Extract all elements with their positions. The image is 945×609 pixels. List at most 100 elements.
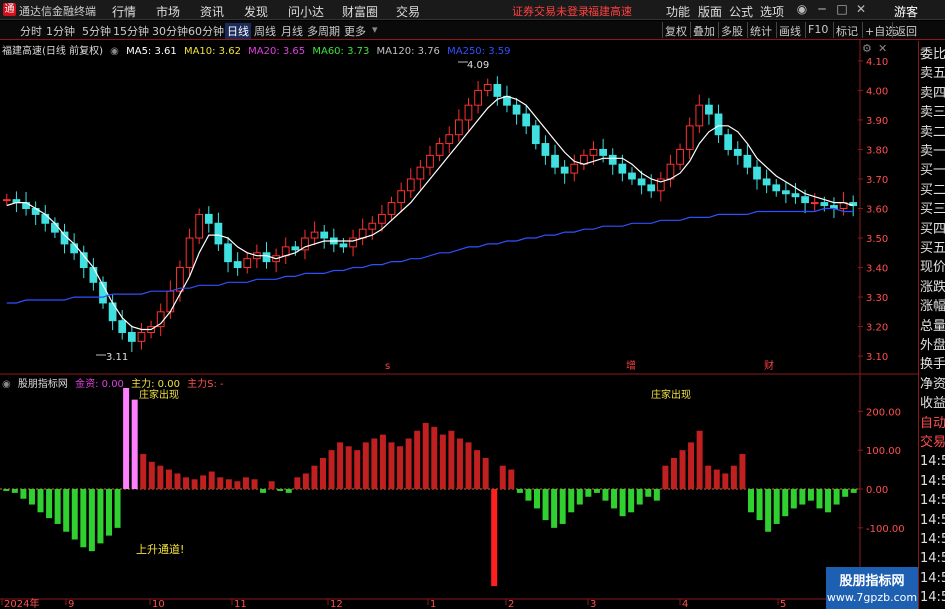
price-axis-label: 3.90 [866, 116, 888, 127]
more-dropdown-icon[interactable]: ▾ [372, 23, 378, 36]
menu-formula[interactable]: 公式 [729, 3, 753, 20]
side-panel-item[interactable]: 涨跌 [920, 280, 945, 295]
tab-15min[interactable]: 15分钟 [113, 23, 149, 39]
side-panel-item[interactable]: 14:56 [920, 454, 945, 469]
indicator-bar [619, 489, 626, 517]
side-panel-item[interactable]: 买二 [920, 183, 945, 198]
menu-market-quotes[interactable]: 行情 [112, 3, 136, 20]
side-panel-item[interactable]: 总量 [920, 319, 945, 334]
side-panel-item[interactable]: 净资 [920, 377, 945, 392]
indicator-bar [748, 489, 754, 513]
price-axis-label: 4.10 [866, 57, 888, 68]
side-panel-item[interactable]: 14:56 [920, 571, 945, 586]
tab-daily[interactable]: 日线 [225, 23, 251, 39]
side-panel-item[interactable]: 买三 [920, 202, 945, 217]
side-panel-item[interactable]: 委比 [920, 47, 945, 62]
indicator-bar [850, 489, 857, 493]
tab-60min[interactable]: 60分钟 [188, 23, 224, 39]
tab-5min[interactable]: 5分钟 [82, 23, 111, 39]
menu-market[interactable]: 市场 [156, 3, 180, 20]
menu-ask[interactable]: 问小达 [288, 3, 324, 20]
indicator-bar [123, 388, 130, 489]
marker-s[interactable]: s [385, 361, 390, 372]
indicator-bar [277, 489, 284, 491]
btn-back[interactable]: 返回 [892, 22, 919, 38]
side-panel-item[interactable]: 14:56 [920, 590, 945, 605]
side-panel-item[interactable]: 买四 [920, 222, 945, 237]
side-panel-item[interactable]: 14:56 [920, 474, 945, 489]
candle-body [166, 290, 175, 313]
side-panel-item[interactable]: 自动 [920, 416, 945, 431]
marker-increase[interactable]: 增 [626, 359, 636, 372]
side-panel-item[interactable]: 交易 [920, 435, 945, 450]
menu-layout[interactable]: 版面 [698, 3, 722, 20]
indicator-bar [576, 489, 583, 505]
indicator-bar [234, 481, 241, 489]
menu-trade[interactable]: 交易 [396, 3, 420, 20]
menu-wealth-circle[interactable]: 财富圈 [342, 3, 378, 20]
btn-statistics[interactable]: 统计 [747, 22, 774, 38]
tab-intraday[interactable]: 分时 [20, 23, 42, 39]
side-panel-item[interactable]: 14:56 [920, 513, 945, 528]
indicator-bar [482, 457, 489, 489]
side-panel-item[interactable]: 14:56 [920, 532, 945, 547]
btn-mark[interactable]: 标记 [833, 22, 860, 38]
side-panel-item[interactable]: 换手 [920, 357, 945, 372]
candle-body [714, 113, 723, 136]
tab-monthly[interactable]: 月线 [281, 23, 303, 39]
side-panel-item[interactable]: 收益 [920, 396, 945, 411]
login-notice[interactable]: 证券交易未登录 [512, 3, 589, 19]
close-icon[interactable]: ✕ [853, 2, 869, 16]
indicator-toggle-icon[interactable]: ◉ [2, 379, 11, 390]
date-axis-label: 2 [508, 599, 514, 609]
side-panel-item[interactable]: 卖五 [920, 66, 945, 81]
marker-finance[interactable]: 财 [764, 359, 774, 372]
tab-30min[interactable]: 30分钟 [152, 23, 188, 39]
side-panel-item[interactable]: 卖二 [920, 125, 945, 140]
candle-body [608, 154, 617, 165]
side-panel-item[interactable]: 14:56 [920, 493, 945, 508]
menu-options[interactable]: 选项 [760, 3, 784, 20]
side-panel-item[interactable]: 14:56 [920, 551, 945, 566]
menu-discover[interactable]: 发现 [244, 3, 268, 20]
btn-overlay[interactable]: 叠加 [690, 22, 717, 38]
btn-draw-line[interactable]: 画线 [776, 22, 803, 38]
tab-more[interactable]: 更多 [344, 23, 366, 39]
side-panel-item[interactable]: 现价 [920, 260, 945, 275]
side-panel-item[interactable]: 卖四 [920, 86, 945, 101]
main-chart-area[interactable]: 4.10 4.00 3.90 3.80 3.70 3.60 3.50 3.40 3.30 3.20… [0, 40, 918, 609]
side-panel-item[interactable]: 卖一 [920, 144, 945, 159]
indicator-name[interactable]: 股朋指标网 [18, 379, 68, 390]
price-axis-label: 3.80 [866, 145, 888, 156]
guest-label[interactable]: 游客 [894, 3, 918, 20]
indicator-bar [311, 465, 318, 489]
tab-weekly[interactable]: 周线 [254, 23, 276, 39]
side-panel-item[interactable]: 买五 [920, 241, 945, 256]
candle-body [522, 113, 531, 127]
side-panel-item[interactable]: 外盘 [920, 338, 945, 353]
indicator-legend: ◉ 股朋指标网 金资: 0.00 主力: 0.00 主力S: - [2, 375, 228, 390]
menu-news[interactable]: 资讯 [200, 3, 224, 20]
candle-body [791, 193, 800, 198]
side-panel-item[interactable]: 买一 [920, 163, 945, 178]
user-icon[interactable]: ◉ [794, 2, 810, 16]
btn-f10[interactable]: F10 [805, 22, 830, 38]
btn-multi-stock[interactable]: 多股 [718, 22, 745, 38]
indicator-bar [593, 489, 600, 493]
candle-body [570, 163, 579, 174]
title-bar: 通 通达信金融终端 行情 市场 资讯 发现 问小达 财富圈 交易 证券交易未登录… [0, 0, 945, 20]
candle-body [637, 178, 646, 186]
indicator-bar [773, 489, 780, 524]
minimize-icon[interactable]: ─ [814, 2, 830, 16]
side-panel-item[interactable]: 卖三 [920, 105, 945, 120]
btn-adjust[interactable]: 复权 [662, 22, 689, 38]
menu-function[interactable]: 功能 [666, 3, 690, 20]
maximize-icon[interactable]: □ [834, 2, 850, 16]
side-panel-item[interactable]: 涨幅 [920, 299, 945, 314]
indicator-bar [80, 489, 87, 548]
tab-1min[interactable]: 1分钟 [46, 23, 75, 39]
tab-multi-period[interactable]: 多周期 [307, 23, 340, 39]
indicator-bar [131, 399, 138, 489]
indicator-bar [448, 430, 455, 489]
indicator-bar [388, 442, 395, 489]
